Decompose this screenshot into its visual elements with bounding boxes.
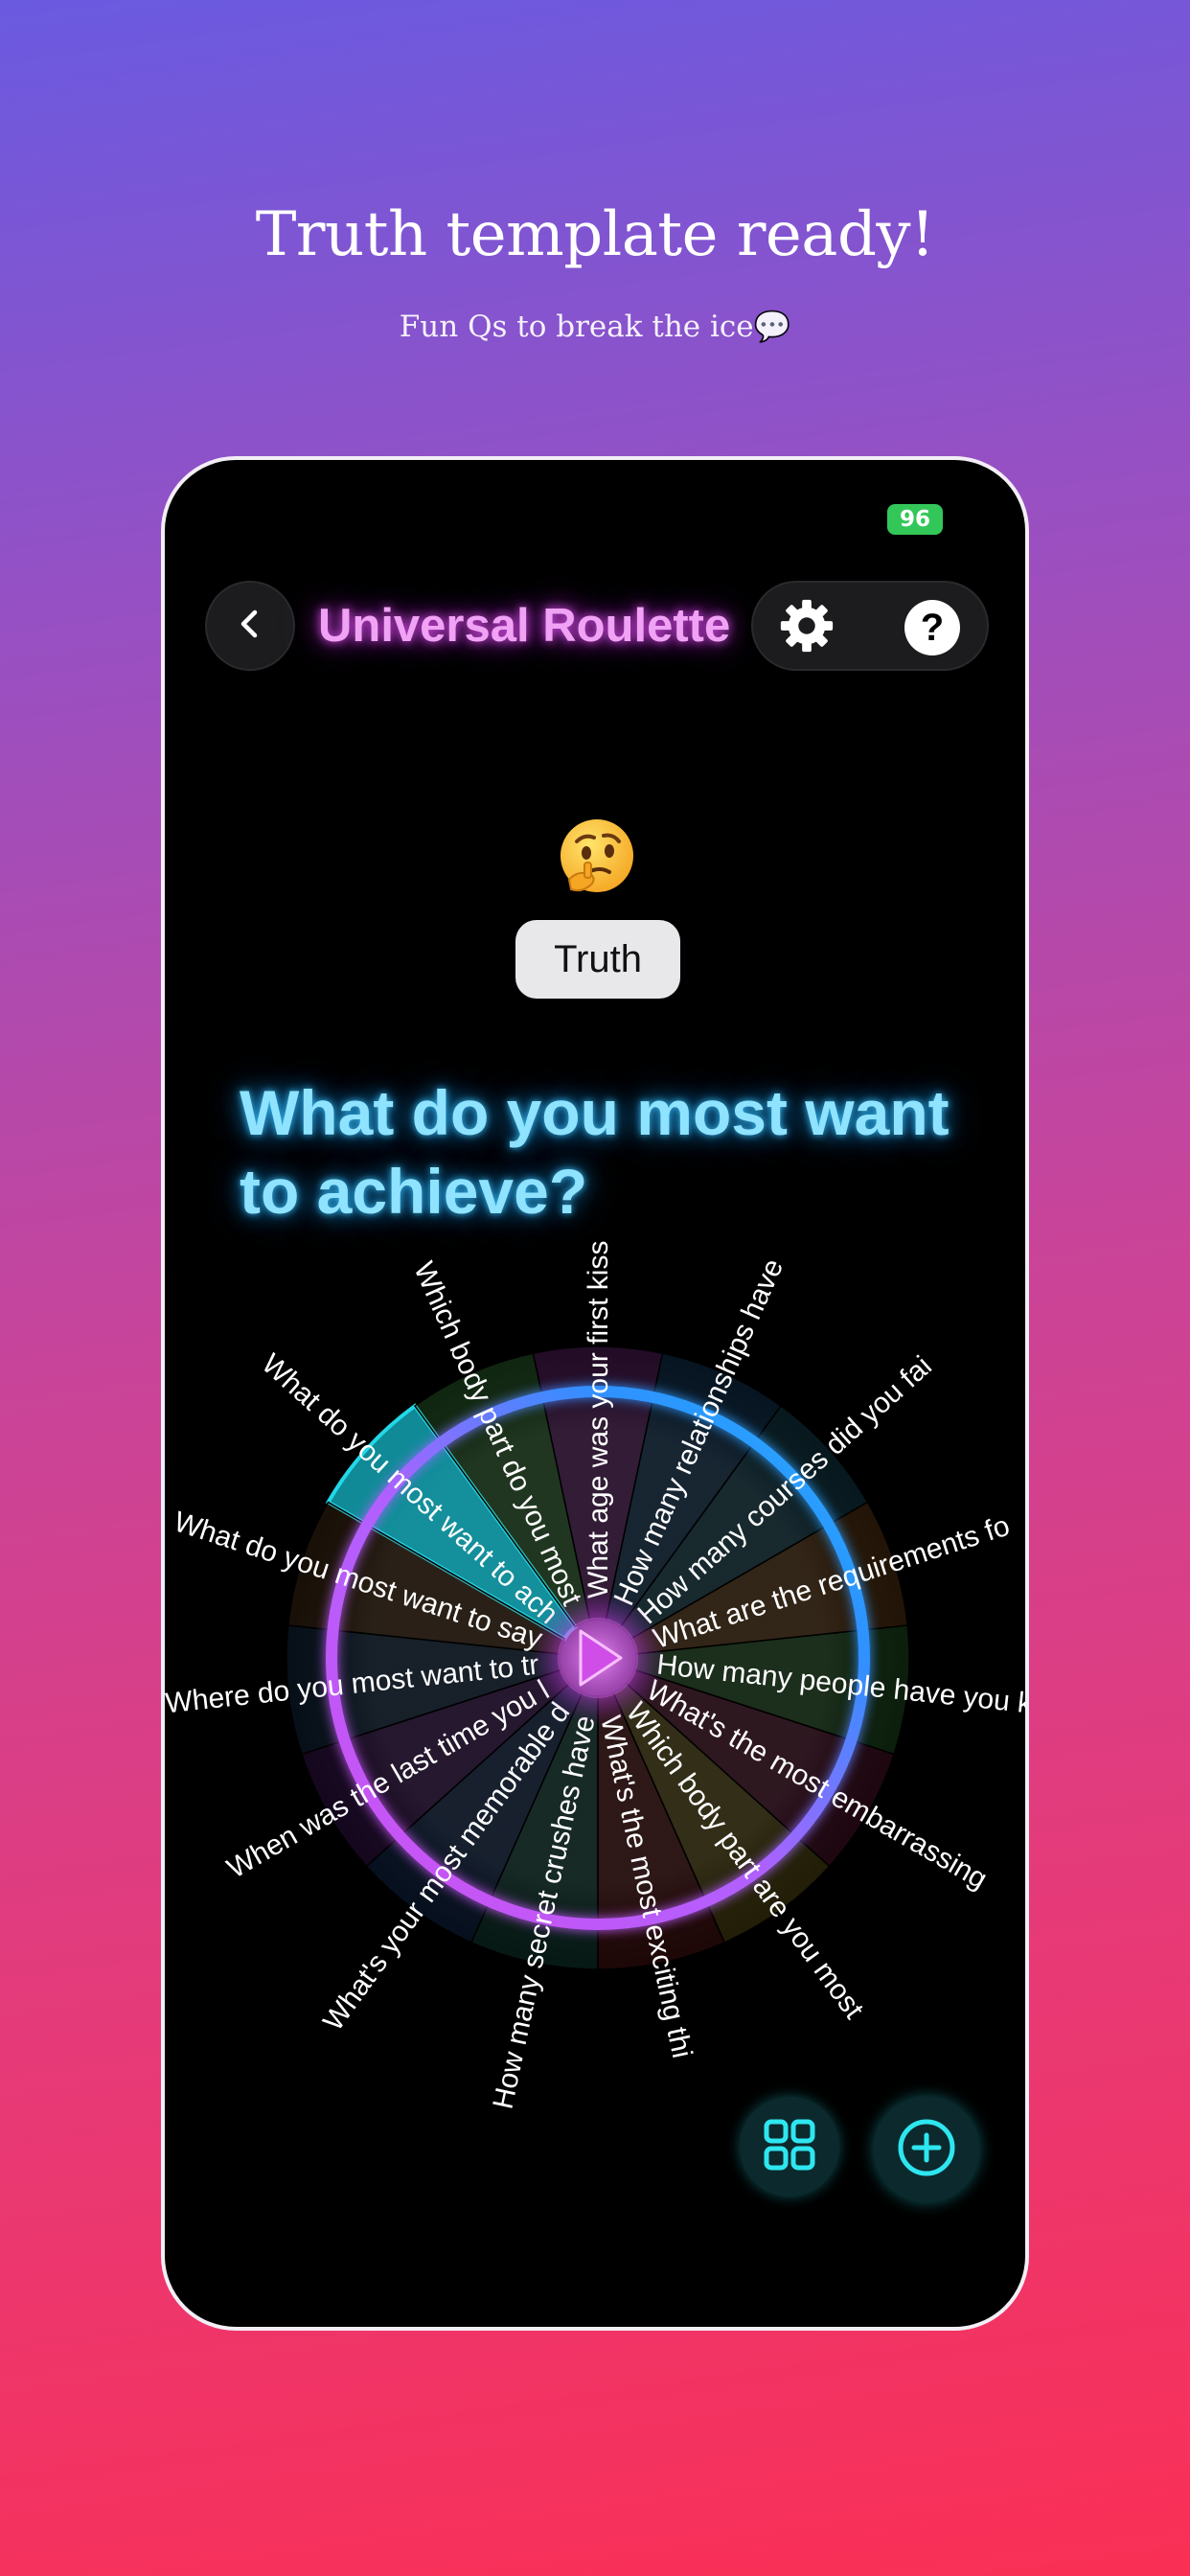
- templates-button[interactable]: [740, 2097, 839, 2196]
- wheel-segment-label: What age was your first kiss: [583, 1241, 614, 1598]
- wheel-segment: [605, 1352, 783, 1628]
- header-actions: ?: [751, 581, 989, 671]
- wheel-segment-label: What's your most memorable d: [317, 1697, 576, 2036]
- chevron-left-icon: [231, 605, 269, 647]
- wheel-segment: [629, 1501, 909, 1655]
- wheel-segment-label: What's the most embarrassing: [641, 1674, 993, 1896]
- promo-subline: Fun Qs to break the ice💬: [399, 310, 791, 344]
- thinking-face-icon: [556, 816, 638, 899]
- promo-headline: Truth template ready!: [255, 199, 935, 270]
- gear-icon: [777, 596, 836, 659]
- wheel-segment-label: What do you most want to say: [171, 1506, 546, 1655]
- roulette-wheel[interactable]: What do you most want to ach Which body p…: [165, 460, 1029, 2327]
- back-button[interactable]: [205, 581, 295, 671]
- wheel-segment-label: What are the requirements fo: [650, 1510, 1014, 1655]
- wheel-segment: [625, 1668, 896, 1868]
- settings-button[interactable]: [776, 597, 837, 658]
- wheel-segment-label: Which body part do you most: [407, 1257, 587, 1611]
- wheel-segment: [286, 1501, 566, 1655]
- plus-circle-icon: [895, 2116, 958, 2183]
- wheel-segment-label: How many relationships have: [608, 1254, 790, 1610]
- mode-chip[interactable]: Truth: [515, 920, 680, 999]
- wheel-segment-label: How many courses did you fai: [631, 1350, 937, 1630]
- question-text: What do you most want to achieve?: [240, 1077, 950, 1227]
- wheel-segment: [612, 1682, 831, 1944]
- wheel-segment: [300, 1668, 571, 1868]
- app-title: Universal Roulette: [318, 600, 731, 652]
- help-button[interactable]: ?: [904, 600, 960, 656]
- phone-frame: 96 Universal Roulette ? Truth What do yo…: [161, 456, 1029, 2331]
- wheel-segment: [633, 1624, 910, 1756]
- grid-icon: [761, 2116, 818, 2177]
- wheel-segment: [619, 1405, 869, 1641]
- battery-indicator: 96: [887, 504, 943, 535]
- wheel-segment: [597, 1691, 726, 1970]
- wheel-segment: [413, 1352, 591, 1628]
- add-button[interactable]: [874, 2097, 979, 2202]
- wheel-segment: [365, 1682, 584, 1944]
- wheel-segment-label: How many people have you kis: [655, 1649, 1029, 1722]
- wheel-segment: [532, 1346, 664, 1622]
- spin-button[interactable]: [558, 1618, 638, 1698]
- wheel-segment-label: Where do you most want to tr: [165, 1649, 540, 1720]
- wheel-segment-label: When was the last time you l: [222, 1674, 555, 1884]
- wheel-segment-label: What's the most exciting thi: [594, 1713, 698, 2060]
- wheel-segment-label: Which body part are you most: [620, 1697, 870, 2025]
- wheel-segment-label: What do you most want to ach: [256, 1348, 564, 1631]
- wheel-segment: [325, 1403, 579, 1642]
- wheel-segment-label: How many secret crushes have: [487, 1713, 601, 2111]
- wheel-segment: [469, 1691, 599, 1970]
- wheel-segment: [286, 1624, 562, 1756]
